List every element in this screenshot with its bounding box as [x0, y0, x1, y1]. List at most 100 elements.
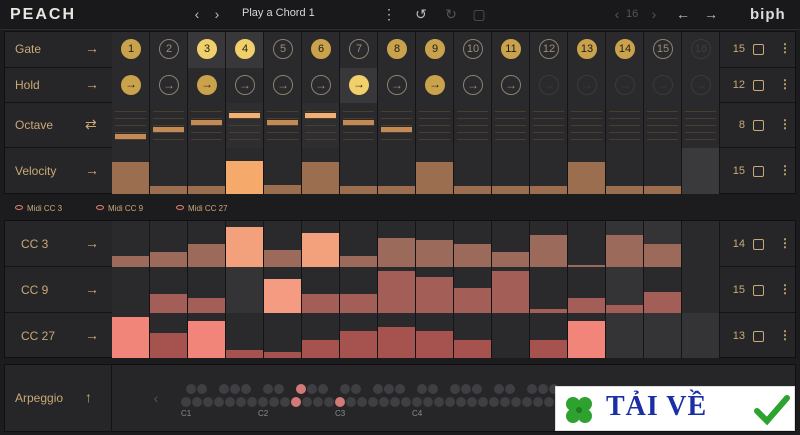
next-preset-icon[interactable]: ›	[208, 5, 226, 23]
previous-preset-icon[interactable]: ‹	[188, 5, 206, 23]
undo-icon[interactable]: ↺	[412, 5, 430, 23]
hold-step-3[interactable]: →	[188, 68, 226, 103]
cc27-step-4[interactable]	[226, 313, 264, 358]
octave-pingpong-icon[interactable]: ⇄	[85, 116, 97, 133]
cc9-step-9[interactable]	[416, 267, 454, 313]
cc9-step-15[interactable]	[644, 267, 682, 313]
hold-step-14[interactable]: →	[606, 68, 644, 103]
key-dot[interactable]	[500, 397, 510, 407]
vel-step-2[interactable]	[150, 148, 188, 194]
vel-step-5[interactable]	[264, 148, 302, 194]
cc27-step-9[interactable]	[416, 313, 454, 358]
octave-menu-icon[interactable]: ⋮	[779, 117, 791, 131]
hold-step-7[interactable]: →	[340, 68, 378, 103]
vel-step-13[interactable]	[568, 148, 606, 194]
key-dot[interactable]	[373, 384, 383, 394]
key-dot[interactable]	[203, 397, 213, 407]
cc9-random-icon[interactable]	[753, 285, 764, 296]
gate-step-7[interactable]: 7	[340, 32, 378, 68]
key-dot[interactable]	[357, 397, 367, 407]
cc9-step-10[interactable]	[454, 267, 492, 313]
cc3-step-3[interactable]	[188, 221, 226, 267]
vel-step-8[interactable]	[378, 148, 416, 194]
cc-tab-9[interactable]: Midi CC 9	[96, 204, 143, 213]
cc9-step-14[interactable]	[606, 267, 644, 313]
cc27-step-16[interactable]	[682, 313, 720, 358]
cc3-step-16[interactable]	[682, 221, 720, 267]
key-dot[interactable]	[291, 397, 301, 407]
gate-step-16[interactable]: 16	[682, 32, 720, 68]
steps-decrease-icon[interactable]: ‹	[608, 5, 626, 23]
velocity-random-icon[interactable]	[753, 166, 764, 177]
cc27-step-11[interactable]	[492, 313, 530, 358]
cc27-step-3[interactable]	[188, 313, 226, 358]
hold-step-5[interactable]: →	[264, 68, 302, 103]
hold-step-8[interactable]: →	[378, 68, 416, 103]
cc9-step-16[interactable]	[682, 267, 720, 313]
key-dot[interactable]	[236, 397, 246, 407]
scroll-left-icon[interactable]: ‹	[147, 389, 165, 407]
cc3-step-2[interactable]	[150, 221, 188, 267]
hold-step-15[interactable]: →	[644, 68, 682, 103]
cc3-step-4[interactable]	[226, 221, 264, 267]
cc27-step-8[interactable]	[378, 313, 416, 358]
cc3-direction-icon[interactable]: →	[85, 235, 99, 251]
cc27-menu-icon[interactable]: ⋮	[779, 328, 791, 342]
vel-step-3[interactable]	[188, 148, 226, 194]
key-dot[interactable]	[489, 397, 499, 407]
gate-random-icon[interactable]	[753, 44, 764, 55]
gate-step-11[interactable]: 11	[492, 32, 530, 68]
key-dot[interactable]	[505, 384, 515, 394]
gate-step-8[interactable]: 8	[378, 32, 416, 68]
cc3-step-10[interactable]	[454, 221, 492, 267]
key-dot[interactable]	[324, 397, 334, 407]
velocity-menu-icon[interactable]: ⋮	[779, 163, 791, 177]
key-dot[interactable]	[390, 397, 400, 407]
cc27-step-2[interactable]	[150, 313, 188, 358]
hold-step-4[interactable]: →	[226, 68, 264, 103]
octave-step-13[interactable]	[568, 103, 606, 148]
cc27-step-1[interactable]	[112, 313, 150, 358]
octave-step-10[interactable]	[454, 103, 492, 148]
octave-step-3[interactable]	[188, 103, 226, 148]
cc3-step-5[interactable]	[264, 221, 302, 267]
key-dot[interactable]	[181, 397, 191, 407]
cc3-step-15[interactable]	[644, 221, 682, 267]
vel-step-14[interactable]	[606, 148, 644, 194]
key-dot[interactable]	[186, 384, 196, 394]
key-dot[interactable]	[192, 397, 202, 407]
cc-tab-3[interactable]: Midi CC 3	[15, 204, 62, 213]
key-dot[interactable]	[318, 384, 328, 394]
lock-icon[interactable]: ▢	[470, 5, 488, 23]
key-dot[interactable]	[214, 397, 224, 407]
octave-step-15[interactable]	[644, 103, 682, 148]
redo-icon[interactable]: ↻	[442, 5, 460, 23]
cc3-random-icon[interactable]	[753, 239, 764, 250]
vel-step-7[interactable]	[340, 148, 378, 194]
cc3-step-11[interactable]	[492, 221, 530, 267]
key-dot[interactable]	[274, 384, 284, 394]
octave-step-5[interactable]	[264, 103, 302, 148]
key-dot[interactable]	[522, 397, 532, 407]
cc27-step-5[interactable]	[264, 313, 302, 358]
gate-step-4[interactable]: 4	[226, 32, 264, 68]
cc9-step-3[interactable]	[188, 267, 226, 313]
cc9-step-5[interactable]	[264, 267, 302, 313]
cc9-step-1[interactable]	[112, 267, 150, 313]
cc9-step-13[interactable]	[568, 267, 606, 313]
gate-step-5[interactable]: 5	[264, 32, 302, 68]
vel-step-10[interactable]	[454, 148, 492, 194]
gate-step-10[interactable]: 10	[454, 32, 492, 68]
gate-step-14[interactable]: 14	[606, 32, 644, 68]
gate-direction-icon[interactable]: →	[85, 40, 99, 56]
hold-step-11[interactable]: →	[492, 68, 530, 103]
key-dot[interactable]	[472, 384, 482, 394]
key-dot[interactable]	[467, 397, 477, 407]
gate-step-12[interactable]: 12	[530, 32, 568, 68]
gate-step-13[interactable]: 13	[568, 32, 606, 68]
gate-step-3[interactable]: 3	[188, 32, 226, 68]
key-dot[interactable]	[423, 397, 433, 407]
key-dot[interactable]	[346, 397, 356, 407]
shift-left-icon[interactable]: ←	[674, 5, 692, 23]
key-dot[interactable]	[456, 397, 466, 407]
